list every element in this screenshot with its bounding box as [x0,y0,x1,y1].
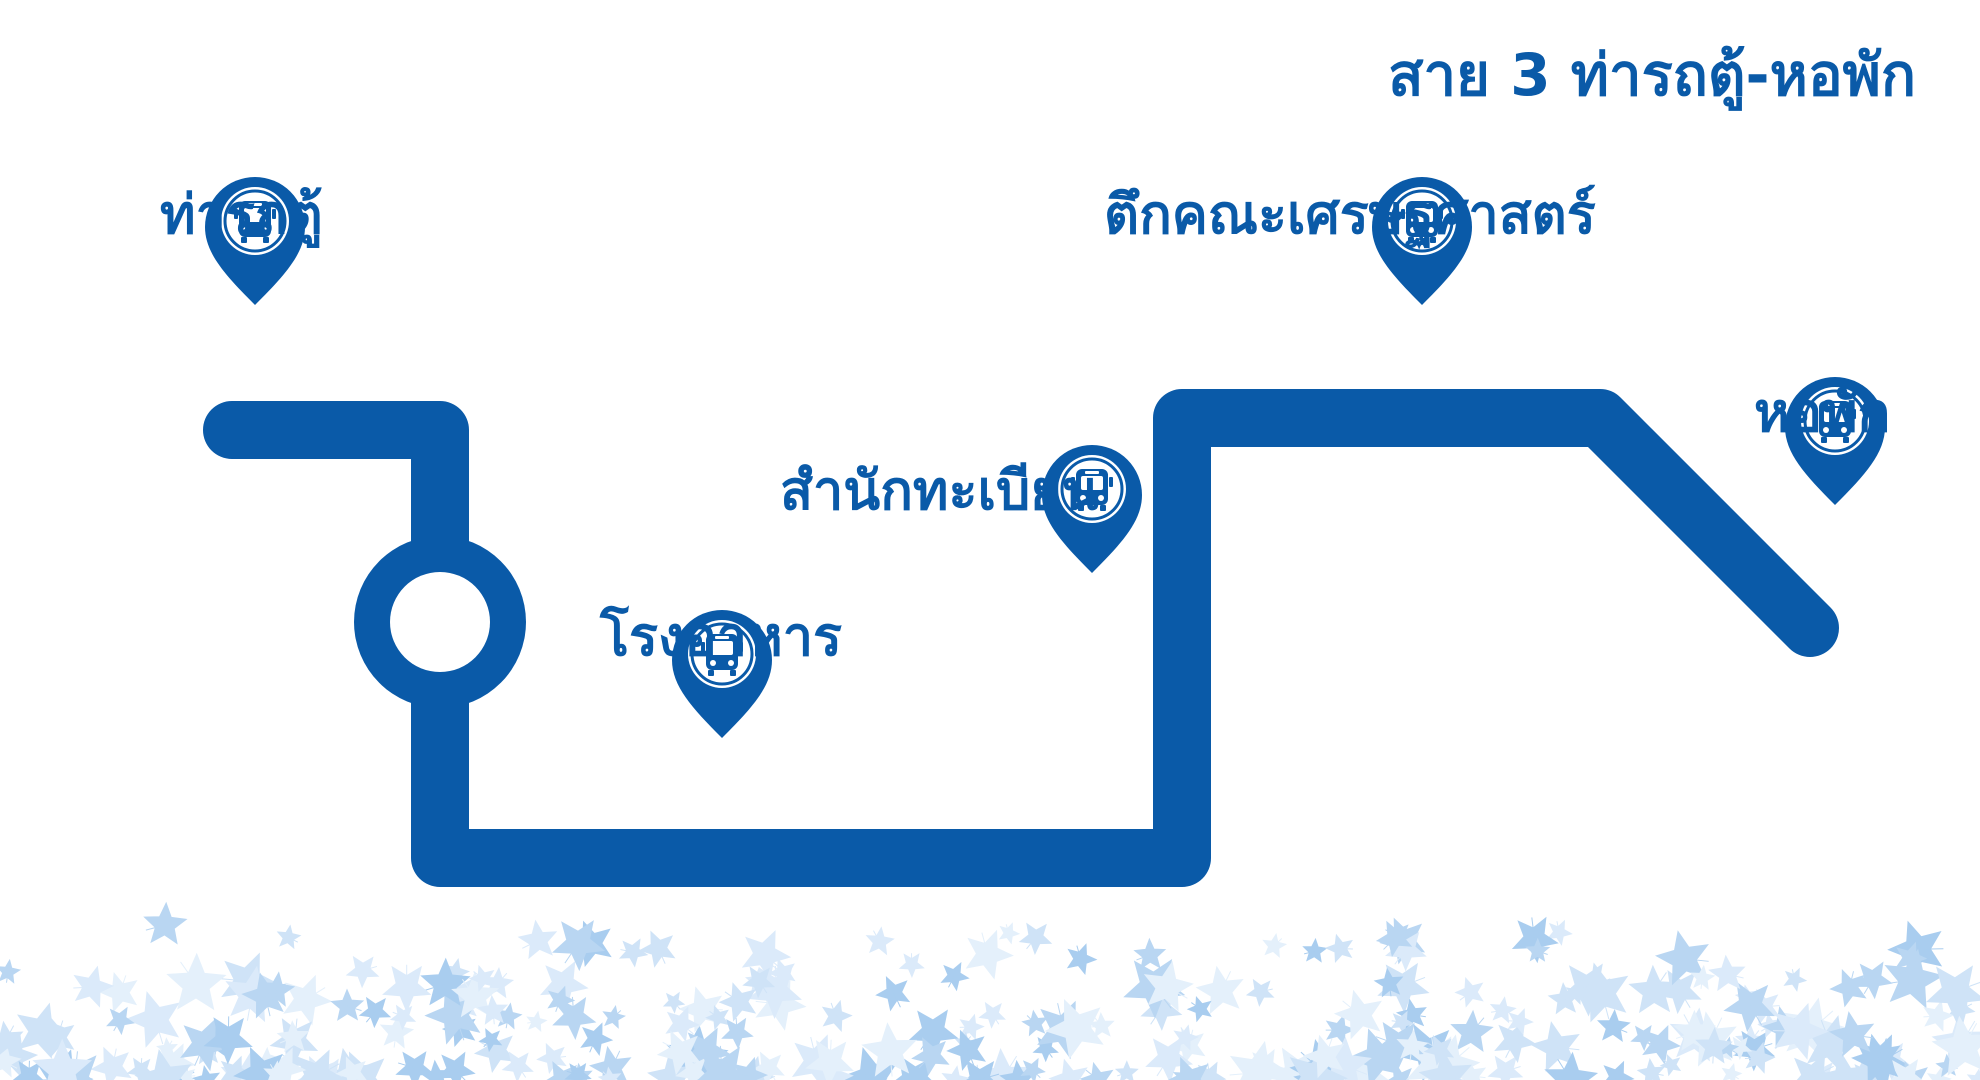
maple-leaf [143,901,188,945]
maple-leaf [1114,1060,1139,1080]
maple-leaf [998,922,1021,945]
maple-leaf [517,919,558,960]
maple-leaf [1966,1068,1980,1080]
maple-leaf [345,955,380,989]
stop-label-s1: ท่ารถตู้ [160,183,323,246]
maple-leaf [662,991,686,1014]
maple-leaf [1018,922,1053,956]
stop-label-s2: โรงอาหาร [600,605,843,668]
stop-label-s5: หอพัก [1754,381,1891,444]
maple-leaf [125,991,180,1048]
roundabout-icon [354,536,526,708]
maple-leaf [552,920,606,972]
maple-leaf [1636,1058,1666,1080]
maple-leaf [1245,978,1275,1007]
stop-label-s4: ตึกคณะเศรษฐศาสตร์ [1104,183,1596,246]
maple-leaf [898,953,925,978]
maple-leaf [330,988,365,1021]
maple-leaf [90,1046,132,1080]
maple-leaf [1601,1060,1635,1080]
maple-leaf [1324,933,1353,963]
maple-leaf [638,930,676,968]
maple-leaf [1454,976,1484,1008]
maple-leaf [382,964,432,1013]
maple-leaf [0,958,22,984]
maple-leaf [1229,1040,1291,1080]
route-map [0,177,1980,1080]
maple-leaf [875,976,911,1012]
maple-leaf [940,962,970,992]
maple-leaf [1262,932,1288,958]
maple-leaf [191,1065,221,1080]
maple-leaf [1721,1063,1743,1080]
maple-leaf [1020,1057,1046,1080]
maple-leaf [73,965,115,1008]
maple-leaves-decoration [0,901,1980,1080]
maple-leaf [98,971,138,1013]
stop-label-s3: สำนักทะเบียน [780,459,1099,522]
maple-leaf [1302,937,1328,963]
maple-leaf [821,999,853,1032]
maple-leaf [865,926,895,956]
maple-leaf [526,1010,548,1033]
maple-leaf [276,924,302,950]
maple-leaf [1066,943,1098,976]
maple-leaf [1783,967,1808,992]
maple-leaf [536,1042,567,1074]
route-title: สาย 3 ท่ารถตู้-หอพัก [1388,41,1916,109]
